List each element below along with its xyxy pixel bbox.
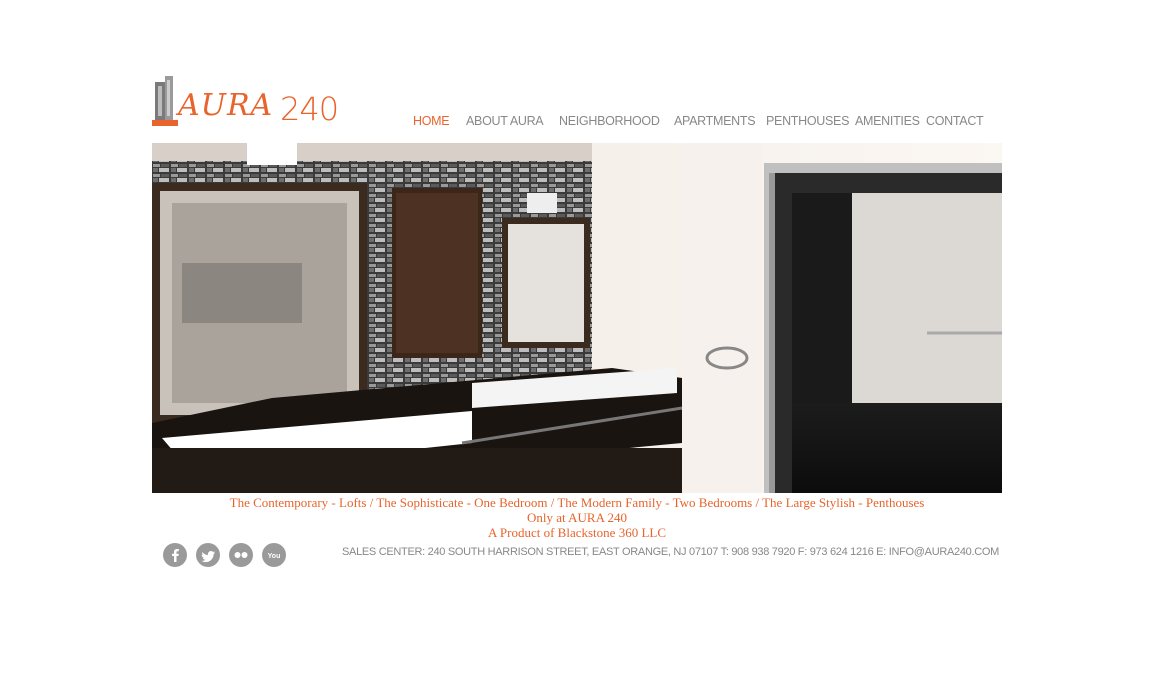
nav-neighborhood[interactable]: NEIGHBORHOOD	[559, 114, 660, 128]
tagline: The Contemporary - Lofts / The Sophistic…	[152, 495, 1002, 540]
youtube-icon[interactable]: You	[262, 543, 286, 567]
nav-amenities[interactable]: AMENITIES	[855, 114, 920, 128]
facebook-icon[interactable]	[163, 543, 187, 567]
tagline-line-1: The Contemporary - Lofts / The Sophistic…	[229, 495, 925, 510]
tagline-line-2: Only at AURA 240	[526, 510, 628, 525]
nav-contact[interactable]: CONTACT	[926, 114, 984, 128]
nav-home[interactable]: HOME	[413, 114, 450, 128]
main-nav: HOME ABOUT AURA NEIGHBORHOOD APARTMENTS …	[0, 114, 1154, 132]
tagline-line-3: A Product of Blackstone 360 LLC	[487, 525, 666, 540]
nav-apartments[interactable]: APARTMENTS	[674, 114, 756, 128]
nav-about-aura[interactable]: ABOUT AURA	[466, 114, 544, 128]
flickr-icon[interactable]	[229, 543, 253, 567]
footer-contact: SALES CENTER: 240 SOUTH HARRISON STREET,…	[342, 546, 1000, 558]
twitter-icon[interactable]	[196, 543, 220, 567]
hero-image	[152, 143, 1002, 493]
bathroom-photo	[152, 143, 1002, 493]
svg-text:You: You	[268, 553, 281, 560]
nav-penthouses[interactable]: PENTHOUSES	[766, 114, 849, 128]
